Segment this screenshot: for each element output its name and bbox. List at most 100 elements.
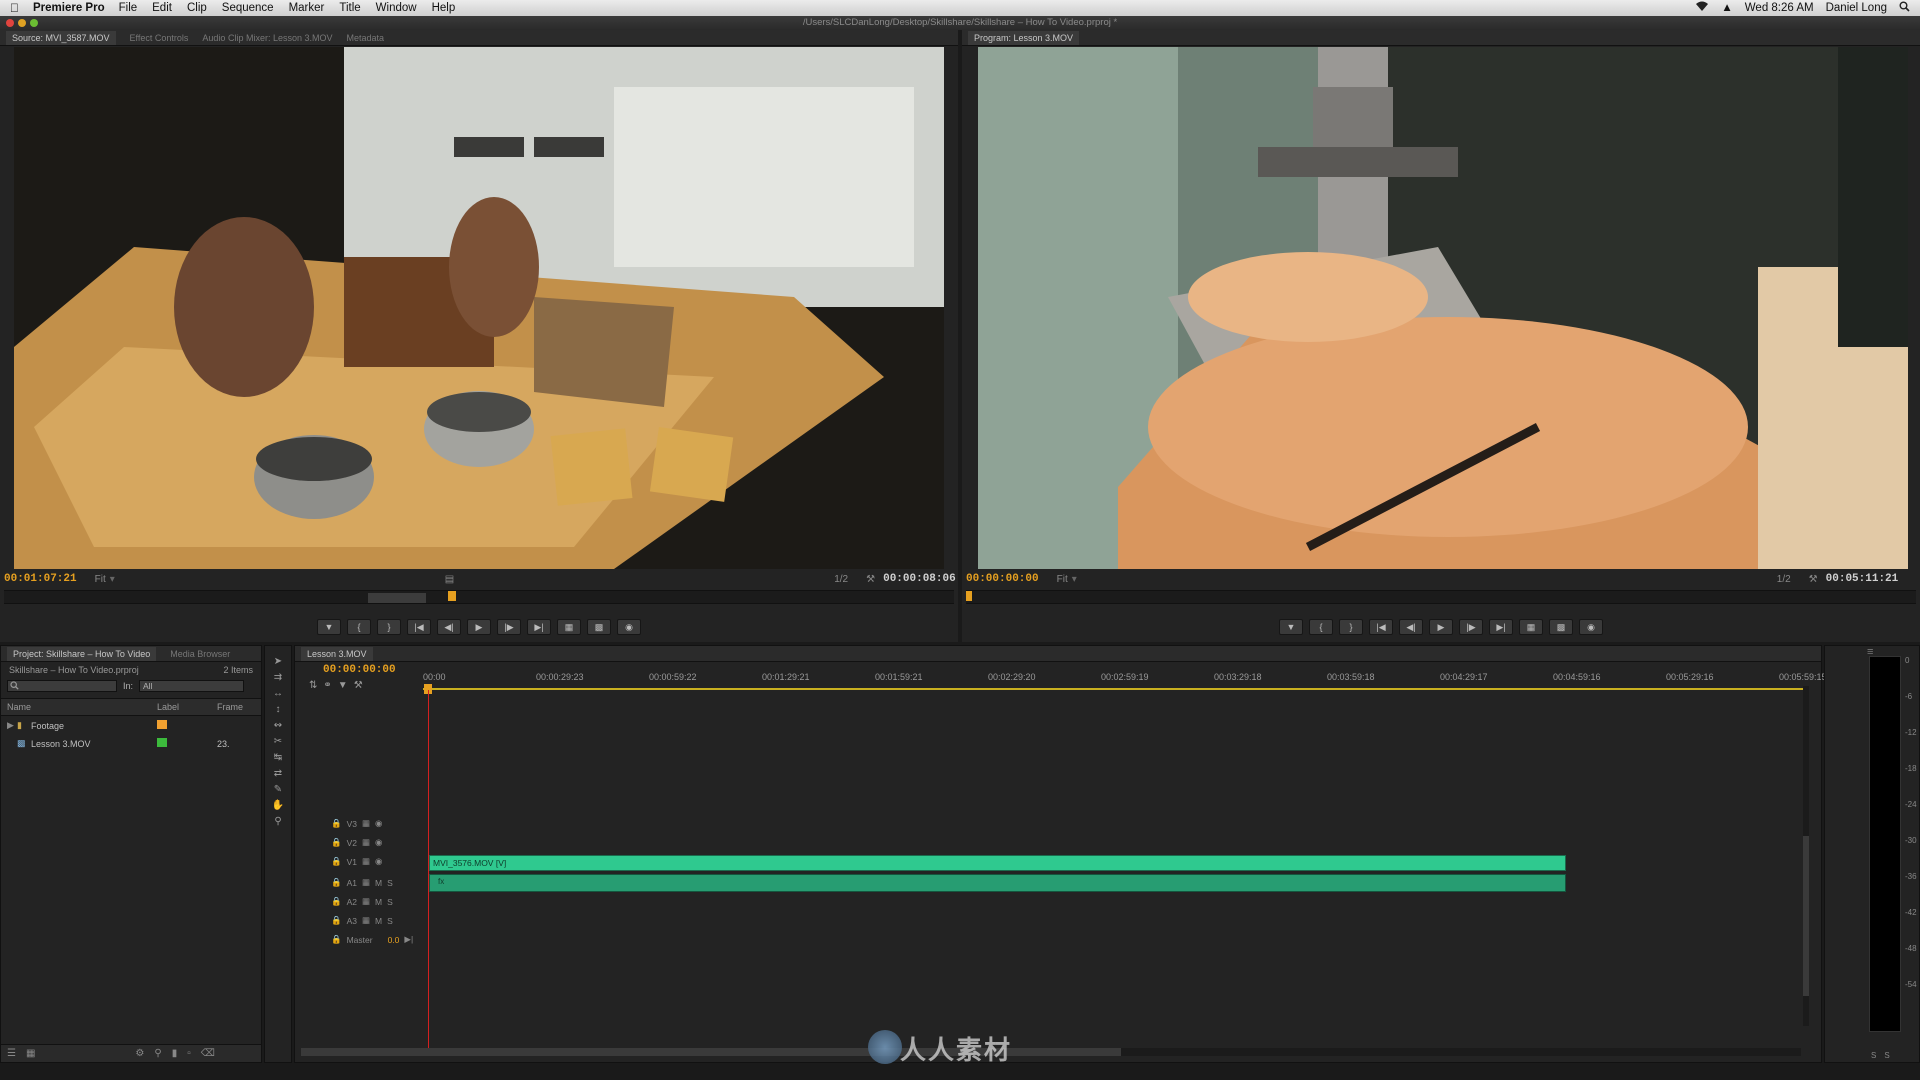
pen-tool-icon[interactable]: ✎ [270,784,286,798]
program-video-frame[interactable] [978,47,1908,569]
insert-button[interactable]: ▦ [557,619,581,635]
step-forward-button[interactable]: |▶ [497,619,521,635]
source-resolution-dropdown[interactable]: 1/2 [834,574,848,585]
disclosure-triangle-icon[interactable]: ▶ [7,720,17,731]
timeline-timecode[interactable]: 00:00:00:00 [323,664,396,676]
tab-program[interactable]: Program: Lesson 3.MOV [968,30,1080,45]
solo-button[interactable]: S [387,897,393,907]
track-header-a1[interactable]: 🔒 A1 ▦ M S [325,875,425,890]
film-icon[interactable]: ▦ [362,896,370,907]
source-current-timecode[interactable]: 00:01:07:21 [4,573,77,585]
wrench-icon[interactable]: ⚒ [866,574,875,585]
project-search-input[interactable] [7,680,117,692]
lock-icon[interactable]: 🔒 [331,837,342,848]
lock-icon[interactable]: 🔒 [331,856,342,867]
slide-tool-icon[interactable]: ⇄ [270,768,286,782]
program-scrub-bar[interactable] [966,590,1916,604]
razor-tool-icon[interactable]: ✂ [270,736,286,750]
column-label[interactable]: Label [157,702,217,712]
mark-out-button[interactable]: } [377,619,401,635]
trash-icon[interactable]: ⌫ [201,1048,215,1059]
video-clip[interactable]: MVI_3576.MOV [V] [429,855,1566,871]
source-playhead[interactable] [448,591,456,601]
wifi-icon[interactable] [1695,1,1709,15]
tab-effect-controls[interactable]: Effect Controls [130,33,189,43]
track-header-a3[interactable]: 🔒 A3 ▦ M S [325,913,425,928]
mark-out-button[interactable]: } [1339,619,1363,635]
timeline-ruler[interactable]: 00:00 00:00:29:23 00:00:59:22 00:01:29:21 00… [423,670,1827,690]
find-icon[interactable]: ⚲ [154,1048,161,1059]
solo-button[interactable]: S [387,878,393,888]
go-to-in-button[interactable]: |◀ [1369,619,1393,635]
lock-icon[interactable]: 🔒 [331,896,342,907]
play-button[interactable]: ▶ [1429,619,1453,635]
add-marker-icon[interactable]: ▼ [338,680,348,691]
export-frame-button[interactable]: ◉ [1579,619,1603,635]
close-window-button[interactable] [6,19,14,27]
wrench-icon[interactable]: ⚒ [1809,574,1818,585]
timeline-horizontal-scrollbar[interactable] [301,1048,1801,1056]
zoom-window-button[interactable] [30,19,38,27]
rolling-edit-tool-icon[interactable]: ↕ [270,704,286,718]
add-marker-button[interactable]: ▼ [1279,619,1303,635]
automate-to-sequence-icon[interactable]: ⚙ [135,1048,144,1059]
play-button[interactable]: ▶ [467,619,491,635]
mute-button[interactable]: M [375,897,382,907]
track-header-v1[interactable]: 🔒 V1 ▦ ◉ [325,854,425,869]
menu-edit[interactable]: Edit [152,2,172,14]
skip-icon[interactable]: ▶| [404,934,413,945]
tab-project[interactable]: Project: Skillshare – How To Video [7,646,157,661]
extract-button[interactable]: ▩ [1549,619,1573,635]
rate-stretch-tool-icon[interactable]: ↭ [270,720,286,734]
source-video-frame[interactable] [14,47,944,569]
list-item[interactable]: ▶ ▮ Footage [1,716,261,735]
eye-icon[interactable]: ◉ [375,818,382,829]
solo-left-button[interactable]: S [1871,1051,1876,1060]
audio-clip[interactable]: fx [429,874,1566,892]
master-volume[interactable]: 0.0 [388,935,400,945]
step-back-button[interactable]: ◀| [1399,619,1423,635]
icon-view-icon[interactable]: ▦ [26,1048,35,1059]
step-forward-button[interactable]: |▶ [1459,619,1483,635]
minimize-window-button[interactable] [18,19,26,27]
menu-marker[interactable]: Marker [289,2,325,14]
film-icon[interactable]: ▦ [362,818,370,829]
overwrite-button[interactable]: ▩ [587,619,611,635]
eye-icon[interactable]: ◉ [375,856,382,867]
mark-in-button[interactable]: { [347,619,371,635]
film-icon[interactable]: ▦ [362,856,370,867]
tab-media-browser[interactable]: Media Browser [170,649,230,659]
program-playhead[interactable] [966,591,972,601]
apple-menu-icon[interactable]:  [10,1,19,15]
menu-window[interactable]: Window [376,2,417,14]
tab-metadata[interactable]: Metadata [346,33,384,43]
go-to-out-button[interactable]: ▶| [527,619,551,635]
new-bin-icon[interactable]: ▮ [172,1048,178,1059]
menu-sequence[interactable]: Sequence [222,2,274,14]
film-icon[interactable]: ▦ [362,877,370,888]
track-select-tool-icon[interactable]: ⇉ [270,672,286,686]
eye-icon[interactable]: ◉ [375,837,382,848]
menu-clip[interactable]: Clip [187,2,207,14]
solo-right-button[interactable]: S [1884,1051,1889,1060]
hand-tool-icon[interactable]: ✋ [270,800,286,814]
ripple-edit-tool-icon[interactable]: ↔ [270,688,286,702]
tab-sequence[interactable]: Lesson 3.MOV [301,646,373,661]
lock-icon[interactable]: 🔒 [331,934,342,945]
go-to-out-button[interactable]: ▶| [1489,619,1513,635]
tab-audio-clip-mixer[interactable]: Audio Clip Mixer: Lesson 3.MOV [202,33,332,43]
export-frame-button[interactable]: ◉ [617,619,641,635]
program-resolution-dropdown[interactable]: 1/2 [1777,574,1791,585]
lock-icon[interactable]: 🔒 [331,818,342,829]
new-item-icon[interactable]: ▫ [187,1048,191,1059]
mute-button[interactable]: M [375,916,382,926]
tab-source[interactable]: Source: MVI_3587.MOV [6,30,116,45]
clock[interactable]: Wed 8:26 AM [1745,2,1814,14]
solo-button[interactable]: S [387,916,393,926]
program-current-timecode[interactable]: 00:00:00:00 [966,573,1039,585]
search-icon[interactable] [1899,1,1910,15]
track-header-a2[interactable]: 🔒 A2 ▦ M S [325,894,425,909]
list-item[interactable]: ▩ Lesson 3.MOV 23. [1,735,261,752]
source-scrub-bar[interactable] [4,590,954,604]
track-header-master[interactable]: 🔒 Master 0.0 ▶| [325,932,435,947]
